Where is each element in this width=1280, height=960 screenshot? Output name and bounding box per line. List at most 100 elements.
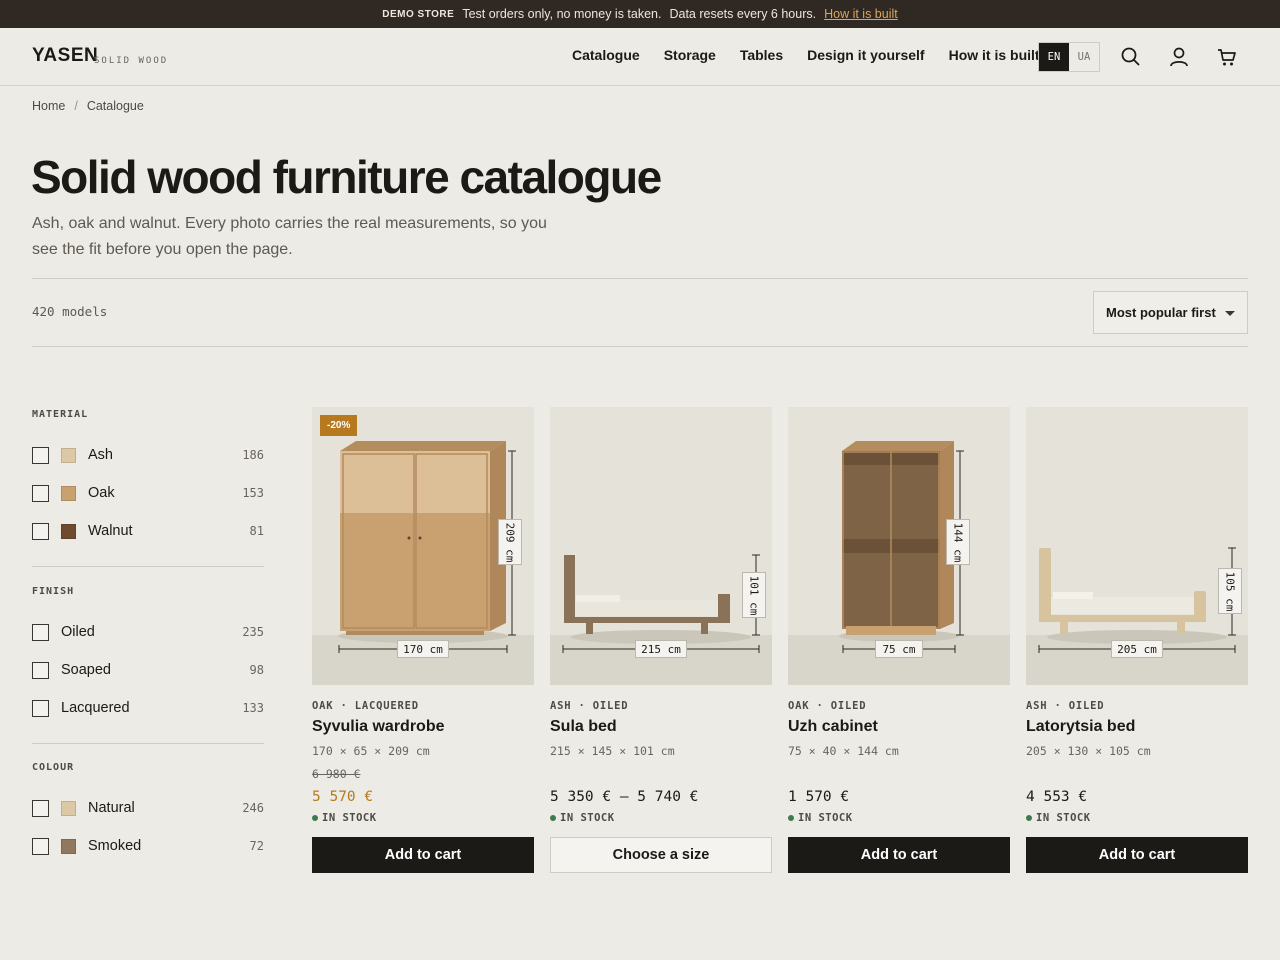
chevron-down-icon [1225, 311, 1235, 316]
model-count: 420 models [32, 304, 108, 319]
sort-label: Most popular first [1106, 305, 1216, 320]
product-dimensions: 170 × 65 × 209 cm [312, 744, 430, 758]
product-price: 1 570 € [788, 789, 850, 805]
divider [32, 743, 264, 744]
product-price: 5 570 € [312, 789, 374, 805]
product-card[interactable]: 101 cm 215 cm ASH · OILED Sula bed 215 ×… [550, 407, 772, 877]
demo-text-2: Data resets every 6 hours. [669, 7, 817, 21]
checkbox[interactable] [32, 799, 49, 817]
divider [32, 278, 1248, 279]
filter-soaped[interactable]: Soaped 98 [32, 660, 264, 680]
logo[interactable]: YASEN [32, 45, 98, 67]
search-icon[interactable] [1120, 46, 1142, 68]
product-name[interactable]: Uzh cabinet [788, 718, 878, 736]
page-title: Solid wood furniture catalogue [31, 151, 662, 203]
height-label: 105 cm [1223, 571, 1237, 611]
add-to-cart-button[interactable]: Add to cart [788, 837, 1010, 873]
width-tag: 75 cm [875, 640, 923, 658]
stock-status: IN STOCK [788, 812, 853, 824]
product-price: 5 350 € – 5 740 € [550, 789, 699, 805]
filter-label: Soaped [61, 662, 111, 678]
stock-status: IN STOCK [550, 812, 615, 824]
product-image[interactable]: 105 cm 205 cm [1026, 407, 1248, 685]
logo-subtitle: SOLID WOOD [94, 56, 169, 66]
filter-oiled[interactable]: Oiled 235 [32, 622, 264, 642]
nav-tables[interactable]: Tables [740, 47, 783, 63]
filter-natural[interactable]: Natural 246 [32, 798, 264, 818]
product-meta: OAK · LACQUERED [312, 700, 419, 712]
nav-storage[interactable]: Storage [664, 47, 716, 63]
filter-ash[interactable]: Ash 186 [32, 445, 264, 465]
checkbox[interactable] [32, 837, 49, 855]
filter-label: Ash [88, 447, 113, 463]
product-card[interactable]: 209 cm 170 cm -20% OAK · LACQUERED Syvul… [312, 407, 534, 877]
product-image[interactable]: 209 cm 170 cm -20% [312, 407, 534, 685]
stock-dot [550, 815, 556, 821]
product-meta: ASH · OILED [1026, 700, 1105, 712]
filter-label: Walnut [88, 523, 133, 539]
filter-count: 72 [249, 839, 264, 853]
stock-label: IN STOCK [798, 812, 853, 824]
checkbox[interactable] [32, 661, 49, 679]
lang-ua[interactable]: UA [1069, 43, 1099, 71]
product-dimensions: 215 × 145 × 101 cm [550, 744, 675, 758]
sort-select[interactable]: Most popular first [1093, 291, 1248, 334]
checkbox[interactable] [32, 446, 49, 464]
checkbox[interactable] [32, 623, 49, 641]
nav-design[interactable]: Design it yourself [807, 47, 924, 63]
product-image[interactable]: 144 cm 75 cm [788, 407, 1010, 685]
stock-dot [788, 815, 794, 821]
choose-size-button[interactable]: Choose a size [550, 837, 772, 873]
product-meta: ASH · OILED [550, 700, 629, 712]
stock-status: IN STOCK [312, 812, 377, 824]
nav-how-built[interactable]: How it is built [949, 47, 1040, 63]
filter-count: 246 [242, 801, 264, 815]
divider [32, 346, 1248, 347]
product-image[interactable]: 101 cm 215 cm [550, 407, 772, 685]
product-name[interactable]: Syvulia wardrobe [312, 718, 445, 736]
add-to-cart-button[interactable]: Add to cart [1026, 837, 1248, 873]
main-nav: Catalogue Storage Tables Design it yours… [572, 47, 1040, 63]
filter-walnut[interactable]: Walnut 81 [32, 521, 264, 541]
user-icon[interactable] [1168, 46, 1190, 68]
product-price: 4 553 € [1026, 789, 1088, 805]
filter-label: Natural [88, 800, 135, 816]
breadcrumb-separator: / [74, 99, 78, 113]
filter-count: 186 [242, 448, 264, 462]
filter-count: 81 [249, 524, 264, 538]
breadcrumb-home[interactable]: Home [32, 99, 65, 113]
filter-count: 235 [242, 625, 264, 639]
product-name[interactable]: Latorytsia bed [1026, 718, 1135, 736]
width-tag: 215 cm [635, 640, 687, 658]
checkbox[interactable] [32, 699, 49, 717]
colour-swatch [61, 447, 76, 463]
stock-status: IN STOCK [1026, 812, 1091, 824]
how-built-link[interactable]: How it is built [824, 7, 898, 21]
product-dimensions: 75 × 40 × 144 cm [788, 744, 899, 758]
add-to-cart-button[interactable]: Add to cart [312, 837, 534, 873]
filter-oak[interactable]: Oak 153 [32, 483, 264, 503]
product-card[interactable]: 105 cm 205 cm ASH · OILED Latorytsia bed… [1026, 407, 1248, 877]
cart-icon[interactable] [1216, 46, 1238, 68]
colour-swatch [61, 523, 76, 539]
colour-swatch [61, 485, 76, 501]
height-tag: 101 cm [742, 572, 766, 618]
filter-smoked[interactable]: Smoked 72 [32, 836, 264, 856]
product-card[interactable]: 144 cm 75 cm OAK · OILED Uzh cabinet 75 … [788, 407, 1010, 877]
height-tag: 144 cm [946, 519, 970, 565]
filter-label: Oak [88, 485, 115, 501]
product-name[interactable]: Sula bed [550, 718, 617, 736]
width-tag: 205 cm [1111, 640, 1163, 658]
nav-catalogue[interactable]: Catalogue [572, 47, 640, 63]
product-dimensions: 205 × 130 × 105 cm [1026, 744, 1151, 758]
colour-swatch [61, 800, 76, 816]
lang-en[interactable]: EN [1039, 43, 1069, 71]
filter-heading-colour: COLOUR [32, 762, 75, 773]
checkbox[interactable] [32, 522, 49, 540]
filter-label: Oiled [61, 624, 95, 640]
filter-count: 98 [249, 663, 264, 677]
filter-lacquered[interactable]: Lacquered 133 [32, 698, 264, 718]
checkbox[interactable] [32, 484, 49, 502]
demo-banner: DEMO STORE Test orders only, no money is… [0, 0, 1280, 28]
site-header: YASEN SOLID WOOD Catalogue Storage Table… [0, 28, 1280, 86]
